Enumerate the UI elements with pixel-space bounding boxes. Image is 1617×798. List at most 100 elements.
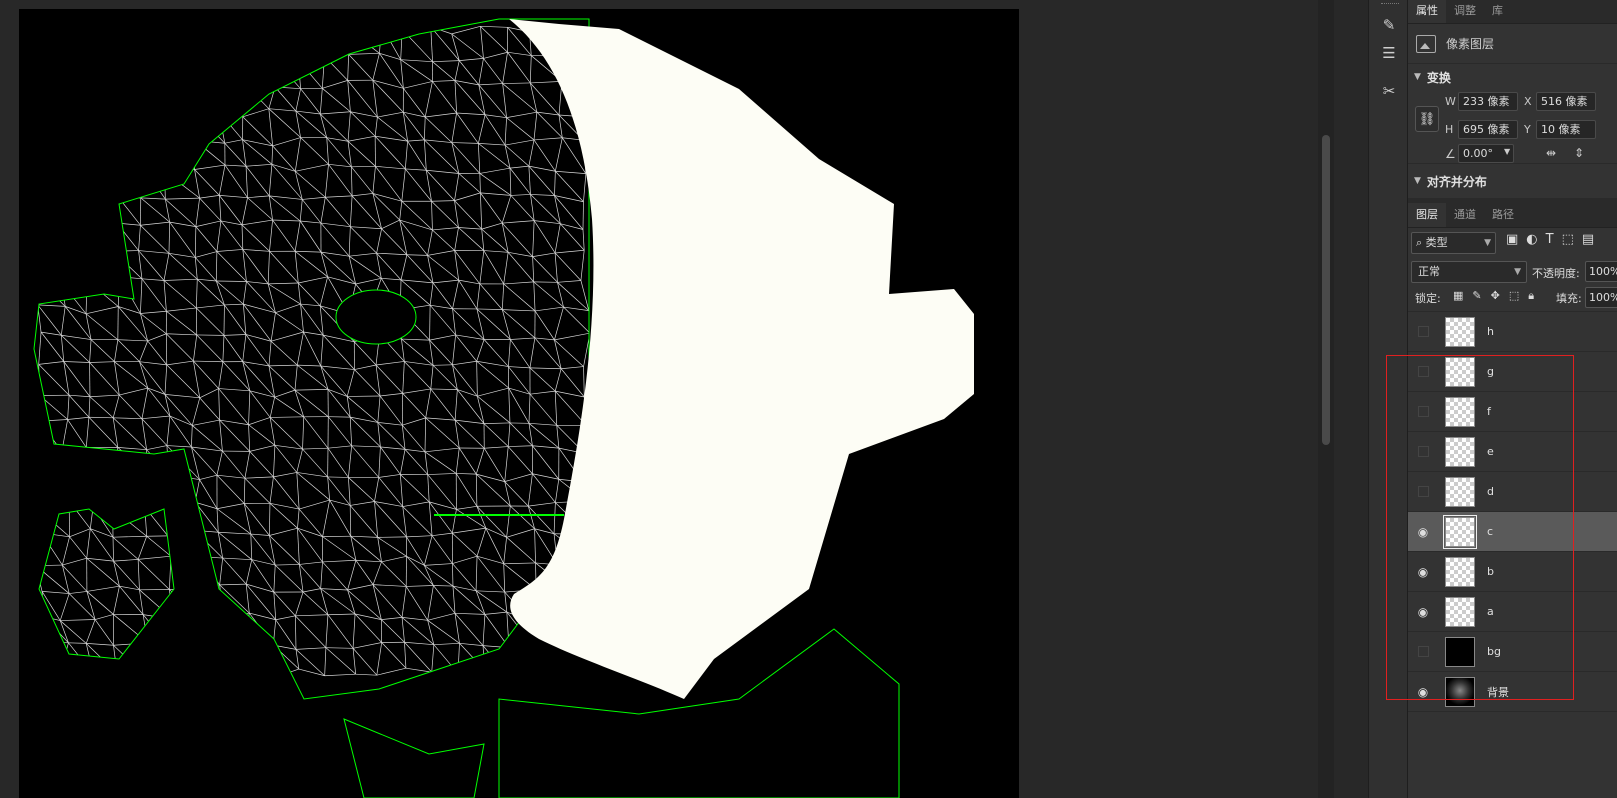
layer-row[interactable]: h — [1408, 312, 1617, 352]
layer-thumbnail[interactable] — [1443, 515, 1477, 549]
layer-thumbnail[interactable] — [1445, 677, 1475, 707]
eye-hole — [335, 289, 417, 345]
lock-image-icon[interactable]: ✎ — [1472, 289, 1481, 303]
filter-kind-select[interactable]: ⌕ 类型 ▼ — [1411, 232, 1496, 254]
eye-icon[interactable]: ◉ — [1416, 605, 1430, 619]
workspace — [0, 0, 1318, 798]
layer-row[interactable]: ◉ b — [1408, 552, 1617, 592]
adjust-sliders-icon[interactable]: ☰ — [1375, 40, 1403, 66]
layer-name[interactable]: bg — [1487, 645, 1501, 658]
layer-row[interactable]: g — [1408, 352, 1617, 392]
layer-name[interactable]: g — [1487, 365, 1494, 378]
fill-label: 填充: — [1556, 292, 1582, 305]
angle-dropdown-icon[interactable]: ▼ — [1504, 147, 1510, 156]
blend-mode-label: 正常 — [1418, 265, 1440, 278]
blend-row: 正常 ▼ 不透明度: 100% — [1408, 258, 1617, 284]
tab-layers[interactable]: 图层 — [1408, 203, 1446, 227]
layer-row[interactable]: bg — [1408, 632, 1617, 672]
lock-all-icon[interactable]: 🔒︎ — [1528, 289, 1534, 303]
shape-filter-icon[interactable]: ⬚ — [1562, 232, 1574, 247]
align-header[interactable]: ▼ 对齐并分布 — [1408, 164, 1617, 190]
layer-name[interactable]: a — [1487, 605, 1494, 618]
layer-name[interactable]: h — [1487, 325, 1494, 338]
opacity-label: 不透明度: — [1532, 267, 1580, 280]
align-title: 对齐并分布 — [1426, 174, 1487, 189]
ear-uv-outline — [38, 508, 175, 660]
visibility-toggle-empty[interactable] — [1418, 366, 1429, 377]
layers-tabs: 图层 通道 路径 — [1408, 203, 1617, 228]
tab-libraries[interactable]: 库 — [1484, 0, 1511, 23]
lock-transparent-icon[interactable]: ▦ — [1453, 289, 1463, 303]
layer-row[interactable]: ◉ 背景 — [1408, 672, 1617, 712]
layer-name[interactable]: e — [1487, 445, 1494, 458]
tab-adjustments[interactable]: 调整 — [1446, 0, 1484, 23]
document-canvas[interactable] — [19, 9, 1019, 798]
x-field[interactable]: 516 像素 — [1536, 92, 1596, 111]
adjustment-filter-icon[interactable]: ◐ — [1526, 232, 1537, 247]
chevron-down-icon: ▼ — [1514, 267, 1521, 277]
layer-thumbnail[interactable] — [1445, 357, 1475, 387]
lock-artboard-icon[interactable]: ⬚ — [1509, 289, 1519, 303]
layer-row[interactable]: e — [1408, 432, 1617, 472]
strip-grip[interactable] — [1381, 3, 1399, 6]
layer-thumbnail[interactable] — [1445, 477, 1475, 507]
visibility-toggle-empty[interactable] — [1418, 486, 1429, 497]
tab-paths[interactable]: 路径 — [1484, 203, 1522, 227]
h-label: H — [1445, 123, 1454, 136]
transform-header[interactable]: ▼ 变换 — [1408, 64, 1617, 90]
lock-icons: ▦ ✎ ✥ ⬚ 🔒︎ — [1453, 289, 1534, 303]
lock-row: 锁定: ▦ ✎ ✥ ⬚ 🔒︎ 填充: 100% — [1408, 284, 1617, 312]
eye-icon[interactable]: ◉ — [1416, 685, 1430, 699]
layer-name[interactable]: d — [1487, 485, 1494, 498]
search-icon: ⌕ — [1416, 236, 1426, 249]
y-field[interactable]: 10 像素 — [1536, 120, 1596, 139]
layer-thumbnail[interactable] — [1445, 597, 1475, 627]
flip-vertical-icon[interactable]: ⇕ — [1574, 146, 1584, 160]
layers-list: h g f e d ◉ c ◉ b ◉ a bg ◉ 背景 — [1408, 312, 1617, 712]
opacity-field[interactable]: 100% — [1585, 261, 1617, 282]
brush-settings-icon[interactable]: ✎ — [1375, 12, 1403, 38]
layer-row[interactable]: ◉ a — [1408, 592, 1617, 632]
scrollbar-thumb[interactable] — [1322, 135, 1330, 445]
layer-thumbnail[interactable] — [1445, 317, 1475, 347]
canvas-vertical-scrollbar[interactable] — [1318, 0, 1334, 798]
layer-thumbnail[interactable] — [1445, 637, 1475, 667]
layer-thumbnail[interactable] — [1445, 437, 1475, 467]
eye-icon[interactable]: ◉ — [1416, 565, 1430, 579]
layer-type-label: 像素图层 — [1446, 37, 1495, 51]
image-filter-icon[interactable]: ▣ — [1506, 232, 1518, 247]
layer-thumbnail[interactable] — [1445, 397, 1475, 427]
tab-channels[interactable]: 通道 — [1446, 203, 1484, 227]
tools-icon[interactable]: ✂ — [1375, 78, 1403, 104]
layer-name[interactable]: 背景 — [1487, 684, 1509, 700]
align-section: ▼ 对齐并分布 — [1408, 164, 1617, 204]
blend-mode-select[interactable]: 正常 ▼ — [1411, 261, 1527, 283]
fill-field[interactable]: 100% — [1585, 287, 1617, 308]
layer-type-row: 像素图层 — [1408, 24, 1617, 64]
type-filter-icon[interactable]: T — [1546, 232, 1554, 247]
link-proportions-icon[interactable]: ⛓ — [1415, 106, 1439, 132]
uv-mesh-image — [33, 18, 974, 798]
visibility-toggle-empty[interactable] — [1418, 446, 1429, 457]
layer-name[interactable]: c — [1487, 525, 1493, 538]
visibility-toggle-empty[interactable] — [1418, 326, 1429, 337]
width-field[interactable]: 233 像素 — [1458, 92, 1518, 111]
visibility-toggle-empty[interactable] — [1418, 406, 1429, 417]
lock-position-icon[interactable]: ✥ — [1491, 289, 1500, 303]
smart-object-filter-icon[interactable]: ▤ — [1582, 232, 1594, 247]
layer-name[interactable]: f — [1487, 405, 1491, 418]
layer-row[interactable]: f — [1408, 392, 1617, 432]
lock-label: 锁定: — [1415, 292, 1441, 305]
height-field[interactable]: 695 像素 — [1458, 120, 1518, 139]
angle-icon: ∠ — [1445, 147, 1456, 161]
visibility-toggle-empty[interactable] — [1418, 646, 1429, 657]
eye-icon[interactable]: ◉ — [1416, 525, 1430, 539]
photoshop-window: ✎ ☰ ✂ 属性 调整 库 像素图层 ▼ 变换 ⛓ W 233 像素 X 516… — [0, 0, 1617, 798]
layer-name[interactable]: b — [1487, 565, 1494, 578]
right-panel: 属性 调整 库 像素图层 ▼ 变换 ⛓ W 233 像素 X 516 像素 H … — [1408, 0, 1617, 798]
layer-thumbnail[interactable] — [1445, 557, 1475, 587]
layer-row[interactable]: ◉ c — [1408, 512, 1617, 552]
layer-row[interactable]: d — [1408, 472, 1617, 512]
flip-horizontal-icon[interactable]: ⇹ — [1546, 146, 1556, 160]
tab-properties[interactable]: 属性 — [1408, 0, 1446, 23]
